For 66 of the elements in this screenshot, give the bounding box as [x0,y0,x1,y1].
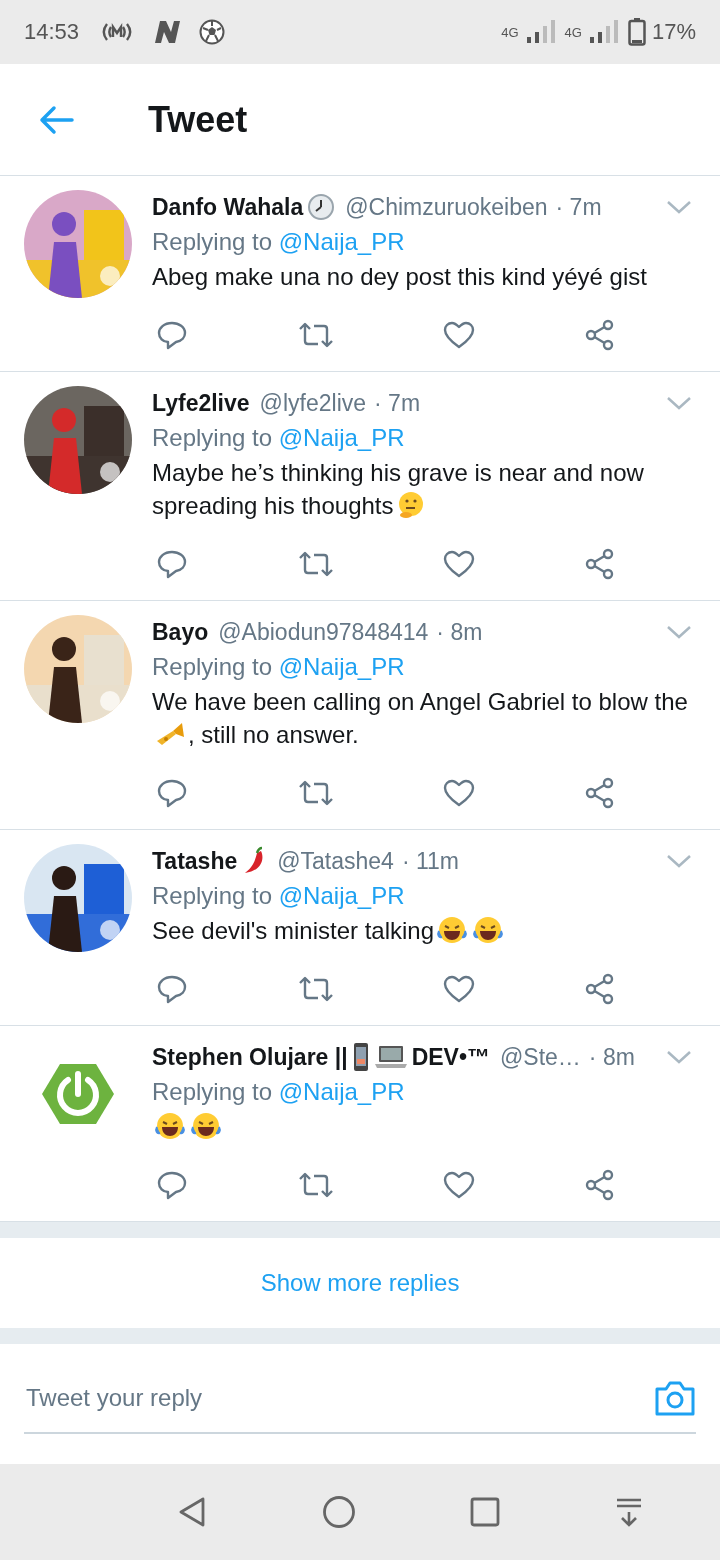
share-icon[interactable] [583,777,616,809]
recents-icon[interactable] [470,1497,501,1527]
like-icon[interactable] [443,320,476,350]
user-name[interactable]: Bayo [152,618,209,646]
tweet-time: · 8m [588,1043,635,1071]
page-title: Tweet [148,98,248,141]
reply-icon[interactable] [156,778,188,808]
network-label: 4G [501,24,519,40]
like-icon[interactable] [443,1170,476,1200]
laughing-emoji-icon [190,1111,222,1141]
reply-icon[interactable] [156,974,188,1004]
reply-icon[interactable] [156,549,188,579]
replying-to-text: Replying to @Naija_PR [152,227,406,257]
like-icon[interactable] [443,549,476,579]
share-icon[interactable] [583,973,616,1005]
show-more-link[interactable]: Show more replies [260,1269,460,1297]
network-label: 4G [564,24,582,40]
reply-field[interactable]: Tweet your reply [24,1383,654,1413]
user-handle: @lyfe2live [259,389,367,417]
share-icon[interactable] [583,319,616,351]
home-icon[interactable] [321,1495,356,1529]
replying-to-text: Replying to @Naija_PR [152,881,406,911]
tweet-text: See devil's minister talking [152,914,692,947]
tweet-time: · 11m [401,847,459,875]
tweet-text: Abeg make una no dey post this kind yéyé gist [152,262,648,292]
clock-emoji-icon [307,193,336,221]
tweet-time: · 7m [555,193,602,221]
mention-link[interactable]: @Naija_PR [278,653,405,680]
user-name[interactable]: Tatashe [152,846,268,876]
user-name[interactable]: Stephen Olujare || DEV•™ [152,1042,490,1072]
tweet-text: Maybe he’s thinking his grave is near and now spreading his thoughts [152,458,645,522]
clock-time: 14:53 [24,19,80,45]
back-arrow-icon[interactable] [38,104,74,135]
laptop-emoji-icon [373,1043,408,1071]
user-handle: @Chimzuruokeiben [345,193,548,221]
replying-to-text: Replying to @Naija_PR [152,423,406,453]
mention-link[interactable]: @Naija_PR [278,228,405,255]
user-handle: @Tatashe4 [277,847,394,875]
mention-link[interactable]: @Naija_PR [278,1078,405,1105]
tweet-text: We have been calling on Angel Gabriel to blow the , still no answer. [152,687,689,751]
notifications-down-icon[interactable] [614,1497,643,1527]
share-icon[interactable] [583,548,616,580]
user-name[interactable]: Lyfe2live [152,389,250,417]
reply-icon[interactable] [156,320,188,350]
battery-icon [627,18,646,46]
tweet-time: · 8m [436,618,483,646]
user-handle: @Abiodun97848414 [218,618,429,646]
phone-emoji-icon [351,1042,370,1072]
like-icon[interactable] [443,974,476,1004]
mention-link[interactable]: @Naija_PR [278,424,405,451]
laughing-emoji-icon [436,915,469,945]
reply-icon[interactable] [156,1170,188,1200]
mention-link[interactable]: @Naija_PR [278,882,405,909]
football-icon [199,19,226,45]
camera-icon[interactable] [654,1379,696,1417]
laughing-emoji-icon [472,915,505,945]
share-icon[interactable] [583,1169,616,1201]
replying-to-text: Replying to @Naija_PR [152,1077,406,1107]
battery-percent: 17% [651,19,696,45]
user-handle: @Ste… [500,1043,581,1071]
laughing-emoji-icon [154,1111,186,1141]
tweet-time: · 7m [374,389,421,417]
user-name[interactable]: Danfo Wahala [152,193,336,221]
replying-to-text: Replying to @Naija_PR [152,652,406,682]
broadcast-icon [101,21,134,43]
like-icon[interactable] [443,778,476,808]
